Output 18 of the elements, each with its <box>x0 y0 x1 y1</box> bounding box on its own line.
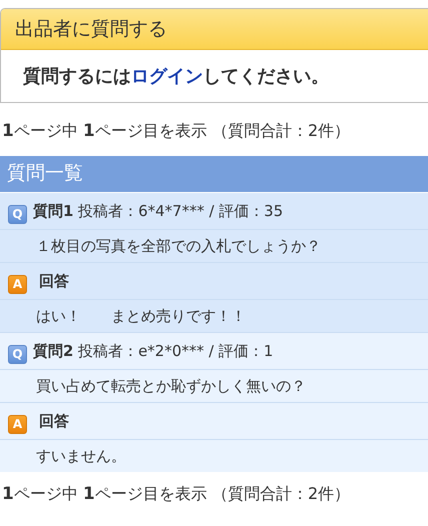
question-badge-icon: Q <box>8 204 27 224</box>
list-title: 質問一覧 <box>0 156 428 193</box>
answer-badge-icon: A <box>8 414 27 434</box>
panel-title: 出品者に質問する <box>1 9 428 50</box>
question-heading: 質問1 投稿者：6*4*7*** / 評価：35 <box>33 202 284 220</box>
answer-heading: 回答 <box>39 412 69 430</box>
question-heading: 質問2 投稿者：e*2*0*** / 評価：1 <box>33 342 274 360</box>
question-badge-icon: Q <box>8 344 27 364</box>
question-text: 買い占めて転売とか恥ずかしく無いの？ <box>36 376 306 396</box>
answer-text: はい！ まとめ売りです！！ <box>36 306 246 326</box>
answer-badge-icon: A <box>8 274 27 294</box>
page-info: 1ページ中 1ページ目を表示 （質問合計：2件） <box>1 484 352 505</box>
login-message: 質問するには ログイン してください。 <box>23 65 329 88</box>
answer-text: すいません。 <box>36 446 126 466</box>
question-text: １枚目の写真を全部での入札でしょうか？ <box>36 236 321 256</box>
page-info: 1ページ中 1ページ目を表示 （質問合計：2件） <box>1 121 352 143</box>
login-link[interactable]: ログイン <box>131 66 203 87</box>
answer-heading: 回答 <box>39 272 69 290</box>
